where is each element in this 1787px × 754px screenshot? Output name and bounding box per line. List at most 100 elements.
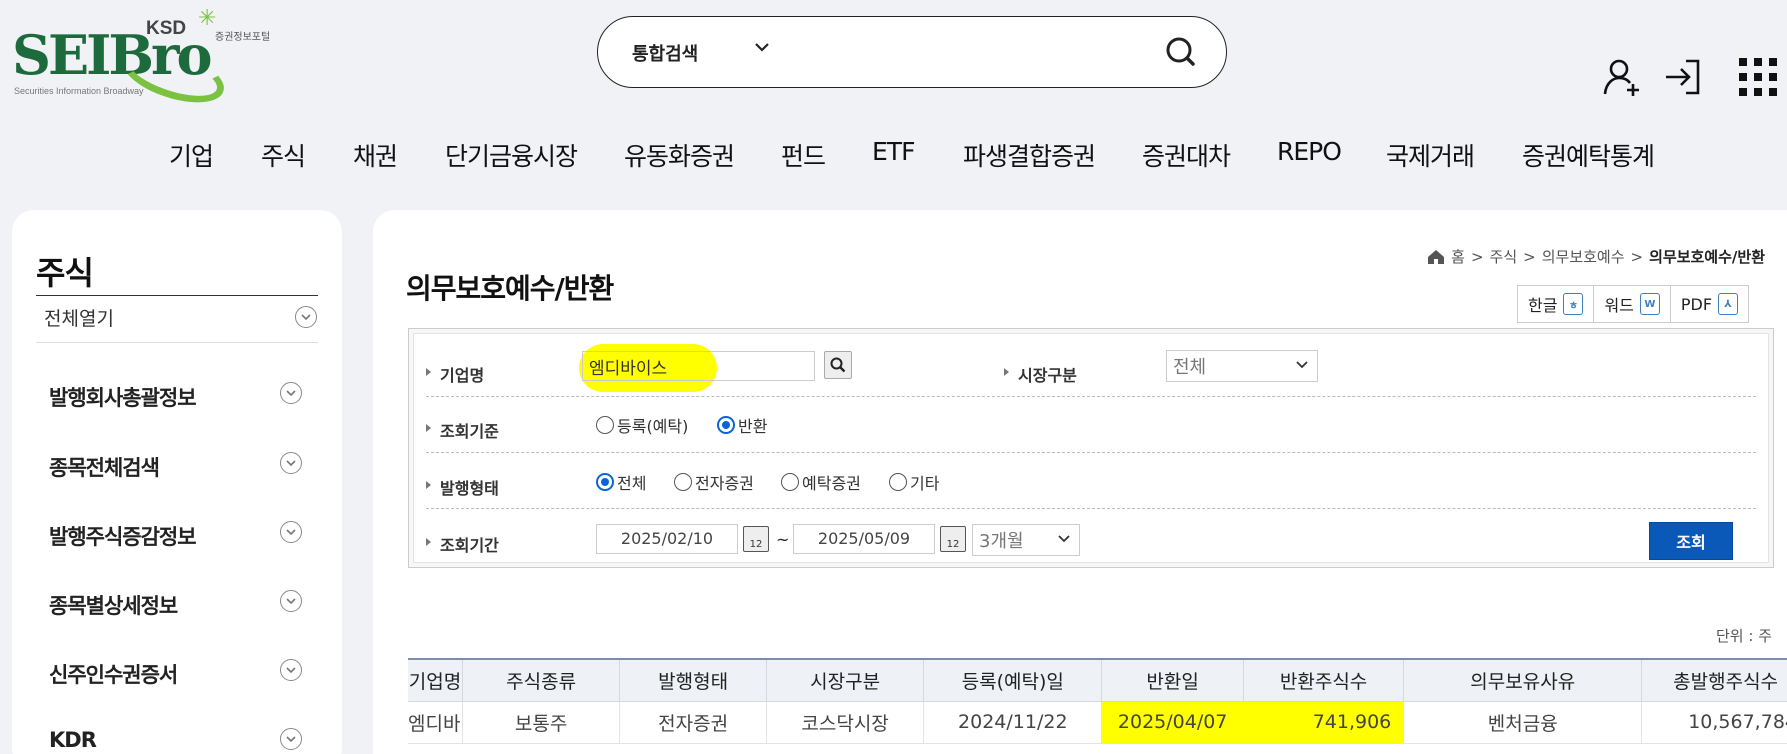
company-label: 기업명 [426, 362, 484, 386]
cell-reason: 벤처금융 [1403, 701, 1643, 744]
company-name-input[interactable] [582, 351, 815, 381]
gnb-item-bond[interactable]: 채권 [353, 137, 398, 173]
pdf-file-icon: ⅄ [1718, 293, 1739, 315]
seibro-logo[interactable]: SEIBro KSD ✳ 증권정보포털 Securities Informati… [12, 6, 272, 114]
radio-button[interactable] [674, 473, 692, 491]
download-word-button[interactable]: 워드 W [1593, 285, 1671, 323]
col-market[interactable]: 시장구분 [766, 658, 925, 702]
breadcrumb-home[interactable]: 홈 [1451, 246, 1465, 267]
issue-radio-other[interactable]: 기타 [889, 470, 939, 494]
result-table: 기업명 주식종류 발행형태 시장구분 등록(예탁)일 반환일 반환주식수 의무보… [408, 658, 1787, 744]
chevron-down-icon[interactable] [752, 37, 772, 62]
radio-button-selected[interactable] [717, 416, 735, 434]
market-label: 시장구분 [1004, 362, 1077, 386]
issue-radio-all[interactable]: 전체 [596, 470, 646, 494]
breadcrumb: 홈 > 주식 > 의무보호예수 > 의무보호예수/반환 [1427, 246, 1765, 267]
chevron-down-icon[interactable] [280, 590, 302, 612]
user-add-icon[interactable] [1600, 54, 1646, 100]
issue-radio-deposit[interactable]: 예탁증권 [781, 470, 861, 494]
search-input[interactable] [798, 35, 1138, 69]
home-icon[interactable] [1427, 249, 1445, 265]
chevron-down-icon[interactable] [295, 306, 317, 328]
date-to-input[interactable]: 2025/05/09 [793, 524, 935, 554]
col-reason[interactable]: 의무보유사유 [1403, 658, 1643, 702]
sidebar-item-kdr[interactable]: KDR [49, 728, 97, 752]
cell-market: 코스닥시장 [766, 701, 925, 744]
chevron-down-icon [1295, 357, 1309, 375]
period-label: 조회기간 [426, 532, 499, 556]
cell-company: 엠디바이스 [408, 701, 463, 744]
gnb-item-repo[interactable]: REPO [1277, 137, 1342, 166]
gnb-item-lending[interactable]: 증권대차 [1142, 137, 1231, 173]
sidebar-title: 주식 [36, 254, 94, 292]
sidebar-item-stock-detail[interactable]: 종목별상세정보 [49, 590, 178, 620]
col-register-date[interactable]: 등록(예탁)일 [923, 658, 1103, 702]
table-row[interactable]: 엠디바이스 보통주 전자증권 코스닥시장 2024/11/22 2025/04/… [408, 701, 1787, 744]
col-return-shares[interactable]: 반환주식수 [1243, 658, 1405, 702]
sidebar-item-share-change[interactable]: 발행주식증감정보 [49, 521, 197, 551]
radio-button[interactable] [781, 473, 799, 491]
calendar-icon[interactable]: 12 [743, 526, 769, 552]
page-title: 의무보호예수/반환 [406, 272, 614, 305]
basis-radio-register[interactable]: 등록(예탁) [596, 413, 688, 437]
gnb-item-money-market[interactable]: 단기금융시장 [445, 137, 578, 173]
basis-radio-return[interactable]: 반환 [717, 413, 767, 437]
issue-option-all: 전체 [617, 474, 647, 493]
issue-radio-electronic[interactable]: 전자증권 [674, 470, 754, 494]
chevron-down-icon[interactable] [280, 728, 302, 750]
issue-type-label: 발행형태 [426, 475, 499, 499]
download-pdf-button[interactable]: PDF ⅄ [1669, 285, 1750, 323]
breadcrumb-lockup[interactable]: 의무보호예수 [1542, 246, 1625, 267]
logo-tagline: Securities Information Broadway [14, 86, 144, 96]
col-return-date[interactable]: 반환일 [1101, 658, 1244, 702]
gnb-item-stats[interactable]: 증권예탁통계 [1522, 137, 1655, 173]
sidebar-item-issuer-summary[interactable]: 발행회사총괄정보 [49, 382, 197, 412]
word-file-icon: W [1639, 293, 1660, 315]
unit-label: 단위 : 주 [1716, 627, 1772, 645]
market-select[interactable]: 전체 [1166, 350, 1318, 382]
download-hwp-label: 한글 [1528, 296, 1558, 315]
breadcrumb-stock[interactable]: 주식 [1490, 246, 1518, 267]
col-company[interactable]: 기업명 [408, 658, 463, 702]
date-from-input[interactable]: 2025/02/10 [596, 524, 738, 554]
chevron-down-icon[interactable] [280, 521, 302, 543]
cell-return-date: 2025/04/07 [1101, 701, 1244, 744]
chevron-down-icon[interactable] [280, 659, 302, 681]
search-icon[interactable] [1164, 35, 1198, 69]
download-buttons: 한글 ㅎ 워드 W PDF ⅄ [1517, 285, 1750, 323]
calendar-icon[interactable]: 12 [940, 526, 966, 552]
gnb-item-fund[interactable]: 펀드 [781, 137, 826, 173]
gnb-item-company[interactable]: 기업 [169, 137, 214, 173]
radio-button[interactable] [889, 473, 907, 491]
login-icon[interactable] [1660, 54, 1706, 100]
period-select[interactable]: 3개월 [972, 524, 1080, 556]
download-pdf-label: PDF [1680, 294, 1713, 314]
hwp-file-icon: ㅎ [1563, 293, 1584, 315]
download-hwp-button[interactable]: 한글 ㅎ [1517, 285, 1595, 323]
search-type-select[interactable]: 통합검색 [632, 40, 698, 66]
global-search-box: 통합검색 [597, 16, 1227, 88]
gnb-item-derivative[interactable]: 파생결합증권 [963, 137, 1096, 173]
search-form: 기업명 시장구분 전체 조회기준 등록(예탁) 반환 [408, 328, 1774, 568]
gnb-item-abs[interactable]: 유동화증권 [624, 137, 735, 173]
col-total-shares[interactable]: 총발행주식수 [1641, 658, 1787, 702]
gnb-item-etf[interactable]: ETF [872, 137, 915, 166]
expand-all-label[interactable]: 전체열기 [44, 304, 114, 331]
company-search-button[interactable] [824, 351, 852, 379]
download-word-label: 워드 [1604, 296, 1634, 315]
sidebar-item-all-search[interactable]: 종목전체검색 [49, 452, 160, 482]
radio-button-selected[interactable] [596, 473, 614, 491]
sidebar-item-rights-cert[interactable]: 신주인수권증서 [49, 659, 178, 689]
gnb-item-stock[interactable]: 주식 [261, 137, 306, 173]
col-issue-type[interactable]: 발행형태 [619, 658, 767, 702]
grid-menu-icon[interactable] [1735, 54, 1781, 100]
chevron-down-icon[interactable] [280, 452, 302, 474]
row-divider [426, 452, 1756, 453]
submit-search-button[interactable]: 조회 [1649, 522, 1733, 560]
chevron-down-icon[interactable] [280, 382, 302, 404]
radio-button[interactable] [596, 416, 614, 434]
sidebar: 주식 전체열기 발행회사총괄정보 종목전체검색 발행주식증감정보 종목별상세정보… [12, 210, 342, 754]
search-icon [830, 357, 846, 373]
col-stock-type[interactable]: 주식종류 [462, 658, 621, 702]
gnb-item-intl[interactable]: 국제거래 [1386, 137, 1475, 173]
